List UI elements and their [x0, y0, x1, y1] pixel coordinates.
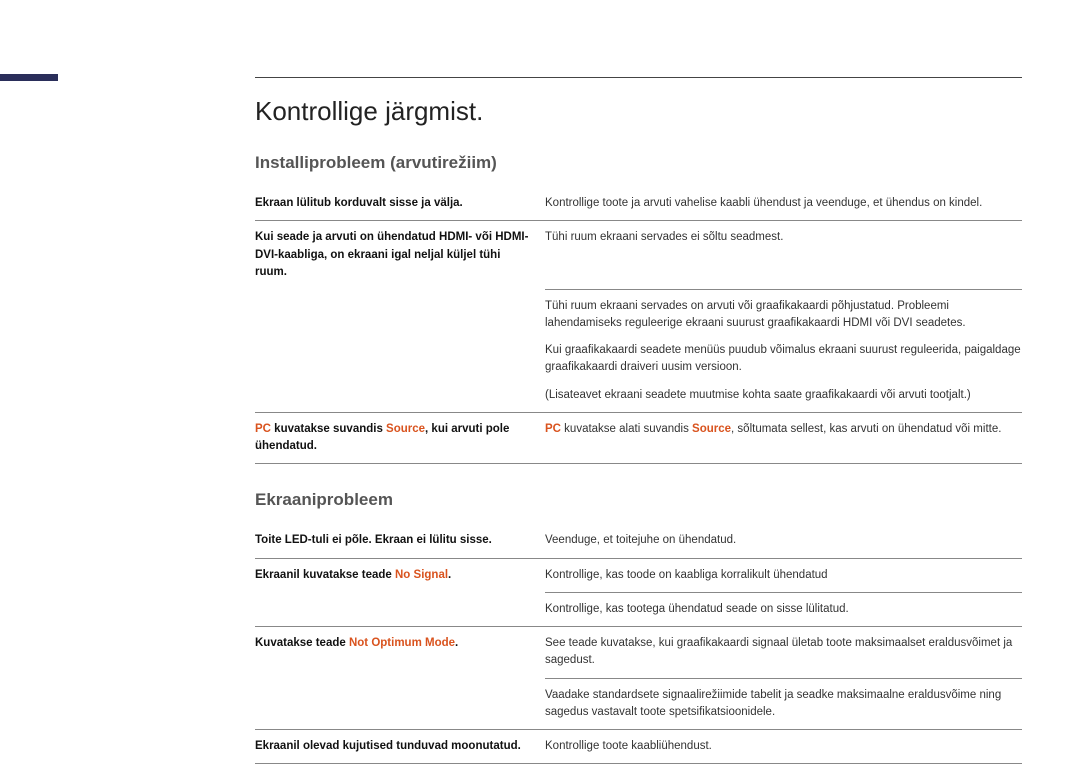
- solution-cell: Kontrollige toote ja arvuti vahelise kaa…: [545, 187, 1022, 221]
- issue-cell: [255, 289, 545, 412]
- table-row: Ekraan lülitub korduvalt sisse ja välja.…: [255, 187, 1022, 221]
- issue-cell: PC kuvatakse suvandis Source, kui arvuti…: [255, 412, 545, 464]
- issue-cell: Toite LED-tuli ei põle. Ekraan ei lülitu…: [255, 524, 545, 558]
- section-heading: Ekraaniprobleem: [255, 490, 1022, 510]
- table-row: Toite LED-tuli ei põle. Ekraan ei lülitu…: [255, 524, 1022, 558]
- solution-cell: Tühi ruum ekraani servades on arvuti või…: [545, 289, 1022, 412]
- solution-cell: Kontrollige toote kaabliühendust.: [545, 730, 1022, 764]
- accent-bar: [0, 74, 58, 81]
- issue-cell: Ekraan lülitub korduvalt sisse ja välja.: [255, 187, 545, 221]
- table-row: Tühi ruum ekraani servades on arvuti või…: [255, 289, 1022, 412]
- section-heading: Installiprobleem (arvutirežiim): [255, 153, 1022, 173]
- solution-cell: Tühi ruum ekraani servades ei sõltu sead…: [545, 221, 1022, 289]
- solution-cell: Kontrollige, kas tootega ühendatud seade…: [545, 592, 1022, 626]
- table-row: Kuvatakse teade Not Optimum Mode.See tea…: [255, 627, 1022, 679]
- table-row: Kontrollige, kas tootega ühendatud seade…: [255, 592, 1022, 626]
- table-row: Ekraanil kuvatakse teade No Signal.Kontr…: [255, 558, 1022, 592]
- solution-cell: See teade kuvatakse, kui graafikakaardi …: [545, 627, 1022, 679]
- issue-cell: Ekraanil kuvatakse teade No Signal.: [255, 558, 545, 592]
- top-rule: [255, 77, 1022, 78]
- issue-cell: Kui seade ja arvuti on ühendatud HDMI- v…: [255, 221, 545, 289]
- solution-cell: PC kuvatakse alati suvandis Source, sõlt…: [545, 412, 1022, 464]
- issue-cell: [255, 678, 545, 730]
- troubleshooting-table: Toite LED-tuli ei põle. Ekraan ei lülitu…: [255, 524, 1022, 764]
- table-row: Kui seade ja arvuti on ühendatud HDMI- v…: [255, 221, 1022, 289]
- page-title: Kontrollige järgmist.: [255, 96, 1022, 127]
- solution-cell: Veenduge, et toitejuhe on ühendatud.: [545, 524, 1022, 558]
- table-row: Ekraanil olevad kujutised tunduvad moonu…: [255, 730, 1022, 764]
- content-area: Kontrollige järgmist. Installiprobleem (…: [255, 96, 1022, 764]
- issue-cell: Kuvatakse teade Not Optimum Mode.: [255, 627, 545, 679]
- issue-cell: Ekraanil olevad kujutised tunduvad moonu…: [255, 730, 545, 764]
- issue-cell: [255, 592, 545, 626]
- troubleshooting-table: Ekraan lülitub korduvalt sisse ja välja.…: [255, 187, 1022, 464]
- solution-cell: Kontrollige, kas toode on kaabliga korra…: [545, 558, 1022, 592]
- solution-cell: Vaadake standardsete signaalirežiimide t…: [545, 678, 1022, 730]
- table-row: Vaadake standardsete signaalirežiimide t…: [255, 678, 1022, 730]
- table-row: PC kuvatakse suvandis Source, kui arvuti…: [255, 412, 1022, 464]
